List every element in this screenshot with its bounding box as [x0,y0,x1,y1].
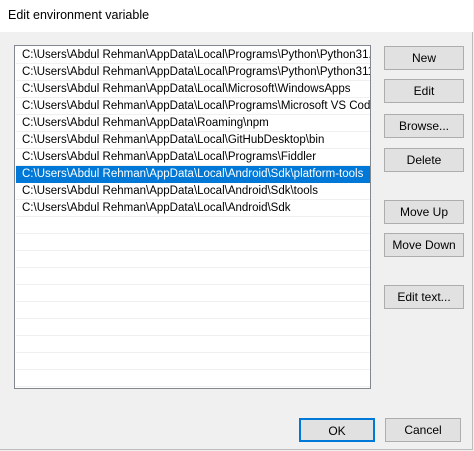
path-list-item[interactable]: C:\Users\Abdul Rehman\AppData\Local\Prog… [16,64,370,81]
ok-button[interactable]: OK [299,418,375,442]
path-list-empty-row[interactable] [16,302,370,319]
path-list-item[interactable]: C:\Users\Abdul Rehman\AppData\Local\Prog… [16,98,370,115]
path-list-empty-row[interactable] [16,251,370,268]
title-bar[interactable]: Edit environment variable [0,0,473,32]
edit-button[interactable]: Edit [384,79,464,103]
path-list-empty-row[interactable] [16,370,370,387]
delete-button[interactable]: Delete [384,148,464,172]
path-list-item[interactable]: C:\Users\Abdul Rehman\AppData\Local\Prog… [16,47,370,64]
browse-button[interactable]: Browse... [384,114,464,138]
path-list[interactable]: C:\Users\Abdul Rehman\AppData\Local\Prog… [14,45,371,389]
path-list-empty-row[interactable] [16,336,370,353]
path-list-empty-row[interactable] [16,234,370,251]
dialog-title: Edit environment variable [8,8,150,22]
new-button[interactable]: New [384,46,464,70]
path-list-empty-row[interactable] [16,268,370,285]
path-list-empty-row[interactable] [16,353,370,370]
edit-environment-variable-dialog: Edit environment variable C:\Users\Abdul… [0,0,473,450]
move-up-button[interactable]: Move Up [384,200,464,224]
path-list-empty-row[interactable] [16,319,370,336]
path-list-item[interactable]: C:\Users\Abdul Rehman\AppData\Roaming\np… [16,115,370,132]
path-list-empty-row[interactable] [16,285,370,302]
path-list-item-selected[interactable]: C:\Users\Abdul Rehman\AppData\Local\Andr… [16,166,370,183]
path-list-item[interactable]: C:\Users\Abdul Rehman\AppData\Local\Andr… [16,183,370,200]
edit-text-button[interactable]: Edit text... [384,285,464,309]
move-down-button[interactable]: Move Down [384,233,464,257]
cancel-button[interactable]: Cancel [385,418,461,442]
path-list-empty-row[interactable] [16,217,370,234]
path-list-item[interactable]: C:\Users\Abdul Rehman\AppData\Local\Micr… [16,81,370,98]
path-list-item[interactable]: C:\Users\Abdul Rehman\AppData\Local\Andr… [16,200,370,217]
path-list-item[interactable]: C:\Users\Abdul Rehman\AppData\Local\Prog… [16,149,370,166]
path-list-item[interactable]: C:\Users\Abdul Rehman\AppData\Local\GitH… [16,132,370,149]
